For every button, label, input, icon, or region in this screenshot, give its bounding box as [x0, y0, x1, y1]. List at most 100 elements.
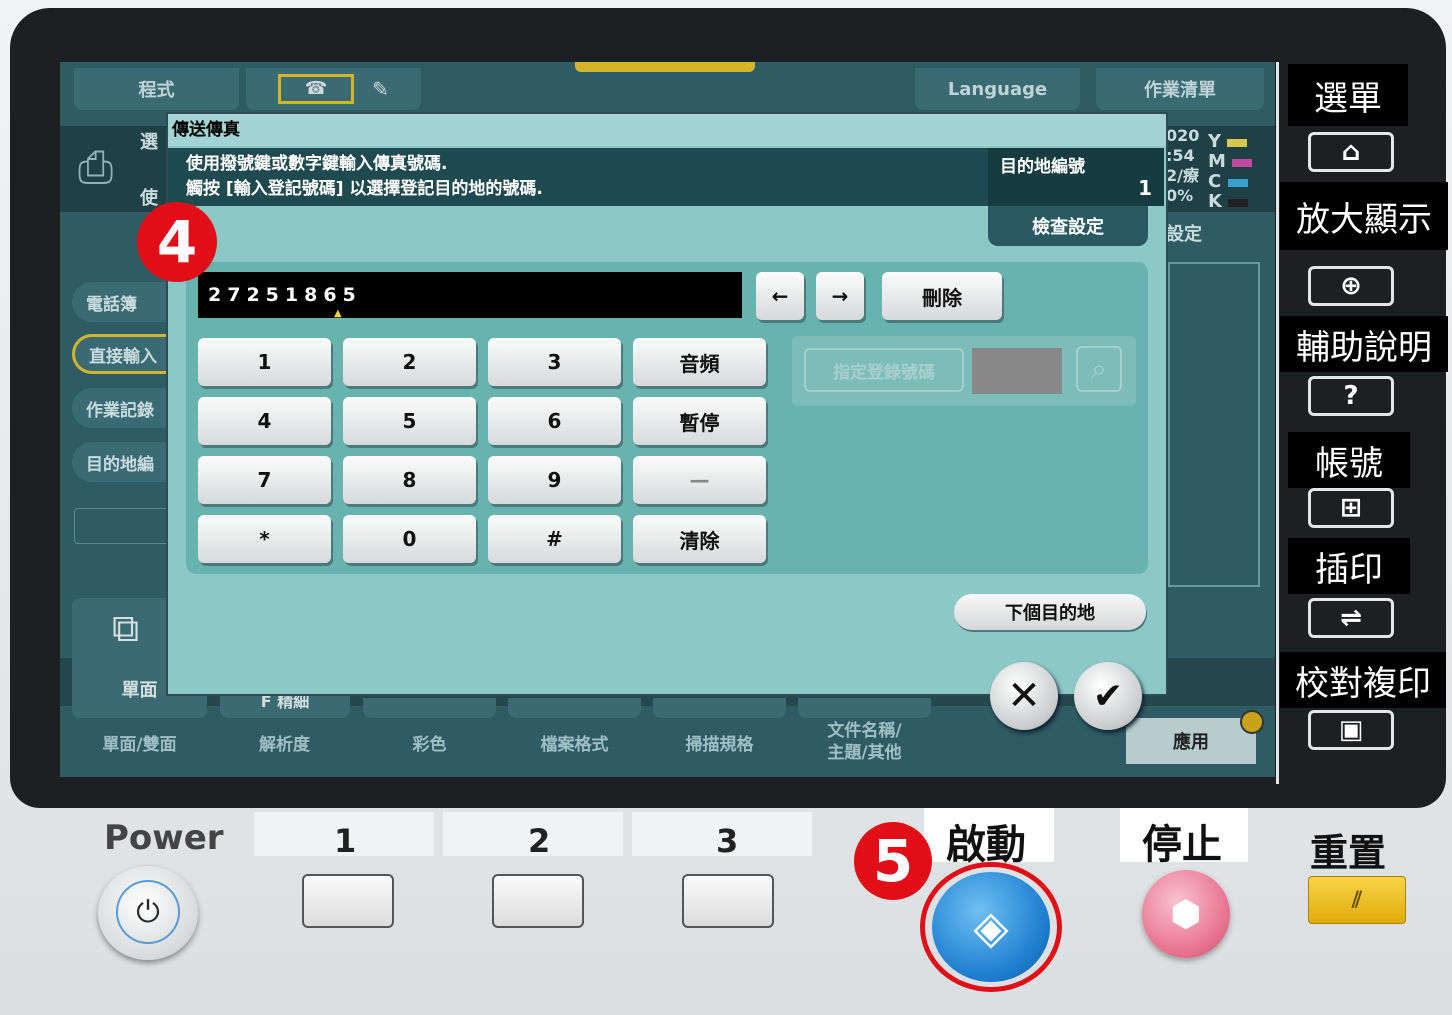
bg-counter-line: 020: [1166, 126, 1200, 145]
key-2[interactable]: 2: [343, 338, 476, 386]
mem-key-3-label: 3: [716, 822, 739, 860]
tab-filename-subject[interactable]: 文件名稱/ 主題/其他: [797, 720, 932, 764]
reset-icon: ⫽: [1352, 887, 1362, 913]
account-icon[interactable]: ⊞: [1308, 488, 1394, 528]
interrupt-label: 插印: [1288, 538, 1410, 594]
bg-settings-label: 設定: [1166, 224, 1202, 245]
key-hash[interactable]: #: [488, 515, 621, 563]
key-3[interactable]: 3: [488, 338, 621, 386]
stop-octagon-icon: ⬢: [1170, 893, 1202, 935]
stop-button[interactable]: ⬢: [1142, 870, 1230, 958]
tab-program[interactable]: 程式: [74, 68, 239, 110]
reset-button[interactable]: ⫽: [1308, 876, 1406, 924]
key-4[interactable]: 4: [198, 397, 331, 445]
key-clear[interactable]: 清除: [633, 515, 766, 563]
toner-m: M: [1208, 152, 1253, 172]
key-dash[interactable]: —: [633, 456, 766, 504]
key-7[interactable]: 7: [198, 456, 331, 504]
next-destination-button[interactable]: 下個目的地: [954, 594, 1146, 630]
search-icon[interactable]: ⌕: [1076, 346, 1122, 392]
start-diamond-icon: ◈: [973, 900, 1009, 954]
step-4-badge: 4: [137, 202, 217, 282]
color-tile[interactable]: [363, 698, 496, 718]
phone-icon[interactable]: ☎: [278, 74, 355, 104]
pen-icon[interactable]: ✎: [372, 77, 389, 101]
filename-tile[interactable]: [798, 698, 931, 718]
tab-resolution[interactable]: 解析度: [217, 730, 352, 755]
key-5[interactable]: 5: [343, 397, 476, 445]
key-8[interactable]: 8: [343, 456, 476, 504]
account-label: 帳號: [1288, 432, 1410, 488]
mem-key-2[interactable]: [492, 874, 584, 928]
fax-number-field[interactable]: 27251865: [198, 272, 742, 318]
bg-select-label: 選: [140, 132, 158, 153]
bg-counter-line: 0%: [1166, 186, 1194, 205]
tab-language[interactable]: Language: [915, 68, 1080, 110]
tab-fax-icons[interactable]: ☎ ✎: [246, 68, 421, 110]
registered-number-button[interactable]: 指定登錄號碼: [804, 348, 964, 392]
destination-label: 目的地編號: [1000, 157, 1085, 177]
reset-label: 重置: [1310, 831, 1387, 875]
step-5-badge: 5: [854, 822, 932, 900]
tab-scan-settings[interactable]: 掃描規格: [652, 730, 787, 755]
cursor-left-button[interactable]: ←: [756, 272, 804, 320]
destination-count: 1: [1138, 176, 1152, 200]
cursor-right-button[interactable]: →: [816, 272, 864, 320]
device-panel: 程式 ☎ ✎ Language 作業清單 ⎙ 選 使 020 :54 2/療 0…: [0, 0, 1452, 1015]
apply-button[interactable]: 應用: [1126, 718, 1256, 764]
right-hardware-panel: 選單 ⌂ 放大顯示 ⊕ 輔助說明 ? 帳號 ⊞ 插印 ⇌ 校對複印 ▣: [1280, 60, 1448, 790]
document-icon: ⎙: [78, 142, 114, 193]
mem-key-1[interactable]: [302, 874, 394, 928]
key-6[interactable]: 6: [488, 397, 621, 445]
key-star[interactable]: *: [198, 515, 331, 563]
mem-key-2-label: 2: [528, 822, 551, 860]
help-icon[interactable]: ?: [1308, 376, 1394, 416]
toner-k: K: [1208, 192, 1252, 212]
dialog-instructions: 使用撥號鍵或數字鍵輸入傳真號碼. 觸按 [輸入登記號碼] 以選擇登記目的地的號碼…: [168, 148, 988, 206]
status-indicator: [1240, 710, 1264, 734]
zoom-icon[interactable]: ⊕: [1308, 266, 1394, 306]
start-button[interactable]: ◈: [932, 872, 1050, 982]
tab-color[interactable]: 彩色: [362, 730, 497, 755]
touch-screen: 程式 ☎ ✎ Language 作業清單 ⎙ 選 使 020 :54 2/療 0…: [60, 62, 1275, 777]
cursor-caret: ▲: [334, 308, 342, 319]
key-pause[interactable]: 暫停: [633, 397, 766, 445]
keypad-area: 27251865 ▲ ← → 刪除 1 2 3 音頻 4 5 6 暫停 7 8 …: [186, 262, 1148, 574]
key-1[interactable]: 1: [198, 338, 331, 386]
bg-list-frame: [1168, 262, 1260, 587]
interrupt-icon[interactable]: ⇌: [1308, 598, 1394, 638]
scan-tile[interactable]: [653, 698, 786, 718]
cancel-button[interactable]: ✕: [990, 662, 1058, 730]
key-0[interactable]: 0: [343, 515, 476, 563]
mem-key-3[interactable]: [682, 874, 774, 928]
toner-levels: Y M C K: [1208, 132, 1253, 212]
format-tile[interactable]: [508, 698, 641, 718]
delete-button[interactable]: 刪除: [882, 272, 1002, 320]
stop-label: 停止: [1142, 822, 1222, 868]
home-icon[interactable]: ⌂: [1308, 132, 1394, 172]
toner-y: Y: [1208, 132, 1252, 152]
power-icon: ⏻: [116, 880, 180, 944]
proof-copy-icon[interactable]: ▣: [1308, 710, 1394, 750]
tab-duplex[interactable]: 單面/雙面: [72, 730, 207, 755]
mem-key-1-label: 1: [334, 822, 357, 860]
registered-number-field[interactable]: [972, 348, 1062, 394]
proof-copy-label: 校對複印: [1280, 652, 1446, 708]
pull-handle[interactable]: [575, 62, 755, 72]
destination-count-box: 目的地編號 1: [988, 148, 1164, 206]
dialog-title: 傳送傳真: [168, 114, 1166, 146]
key-tone[interactable]: 音頻: [633, 338, 766, 386]
help-label: 輔助說明: [1280, 316, 1448, 372]
ok-button[interactable]: ✔: [1074, 662, 1142, 730]
menu-label: 選單: [1288, 64, 1408, 126]
instruction-line-2: 觸按 [輸入登記號碼] 以選擇登記目的地的號碼.: [186, 179, 543, 199]
key-9[interactable]: 9: [488, 456, 621, 504]
registered-number-panel: 指定登錄號碼 ⌕: [792, 336, 1136, 406]
tab-file-format[interactable]: 檔案格式: [507, 730, 642, 755]
bg-counter: 020 :54 2/療 0%: [1166, 126, 1199, 206]
bg-use-label: 使: [140, 188, 158, 209]
tab-job-list[interactable]: 作業清單: [1096, 68, 1264, 110]
instruction-line-1: 使用撥號鍵或數字鍵輸入傳真號碼.: [186, 154, 448, 174]
power-button[interactable]: ⏻: [98, 866, 198, 960]
check-settings-button[interactable]: 檢查設定: [988, 206, 1148, 246]
